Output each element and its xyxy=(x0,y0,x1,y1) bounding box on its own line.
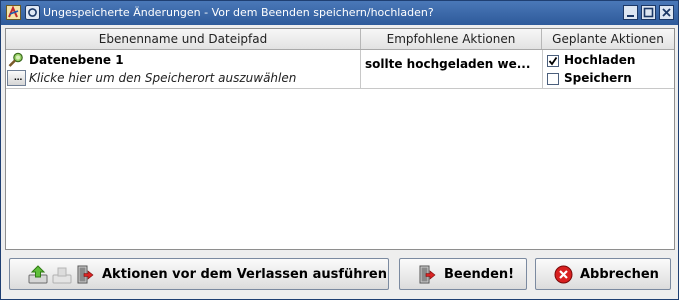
layer-data-icon xyxy=(8,52,24,68)
save-label[interactable]: Speichern xyxy=(564,71,632,85)
column-divider xyxy=(542,50,543,88)
window-title: Ungespeicherte Änderungen - Vor dem Been… xyxy=(43,6,434,19)
table-header: Ebenenname und Dateipfad Empfohlene Akti… xyxy=(6,29,674,50)
upload-checkbox[interactable] xyxy=(547,55,559,67)
cancel-icon xyxy=(554,265,573,284)
cancel-button[interactable]: Abbrechen xyxy=(535,258,671,290)
minimize-icon[interactable] xyxy=(623,5,638,20)
save-icon xyxy=(52,265,72,284)
window-menu-icon[interactable] xyxy=(25,5,40,20)
save-checkbox[interactable] xyxy=(547,73,559,85)
column-divider xyxy=(360,50,361,88)
exit-door-icon xyxy=(76,265,94,284)
column-header-layer[interactable]: Ebenenname und Dateipfad xyxy=(6,29,361,49)
close-icon[interactable] xyxy=(659,5,674,20)
column-header-recommended[interactable]: Empfohlene Aktionen xyxy=(361,29,542,49)
layer-table: Ebenenname und Dateipfad Empfohlene Akti… xyxy=(5,28,675,250)
column-header-planned[interactable]: Geplante Aktionen xyxy=(542,29,674,49)
perform-actions-button[interactable]: Aktionen vor dem Verlassen ausführen xyxy=(9,258,389,290)
recommended-action: sollte hochgeladen we... xyxy=(365,57,531,71)
upload-label[interactable]: Hochladen xyxy=(564,53,635,67)
exit-label: Beenden! xyxy=(444,267,515,282)
layer-name: Datenebene 1 xyxy=(29,53,124,67)
path-hint[interactable]: Klicke hier um den Speicherort auszuwähl… xyxy=(29,71,296,85)
cancel-label: Abbrechen xyxy=(580,267,659,282)
upload-icon xyxy=(28,265,48,284)
exit-door-icon xyxy=(418,265,436,284)
table-row[interactable]: Datenebene 1 ... Klicke hier um den Spei… xyxy=(6,50,674,89)
title-bar[interactable]: Ungespeicherte Änderungen - Vor dem Been… xyxy=(1,1,678,25)
maximize-icon[interactable] xyxy=(641,5,656,20)
dialog-window: Ungespeicherte Änderungen - Vor dem Been… xyxy=(0,0,679,300)
perform-actions-label: Aktionen vor dem Verlassen ausführen xyxy=(102,267,387,282)
exit-button[interactable]: Beenden! xyxy=(399,258,527,290)
app-logo-icon xyxy=(6,5,21,20)
choose-path-button[interactable]: ... xyxy=(7,70,26,86)
